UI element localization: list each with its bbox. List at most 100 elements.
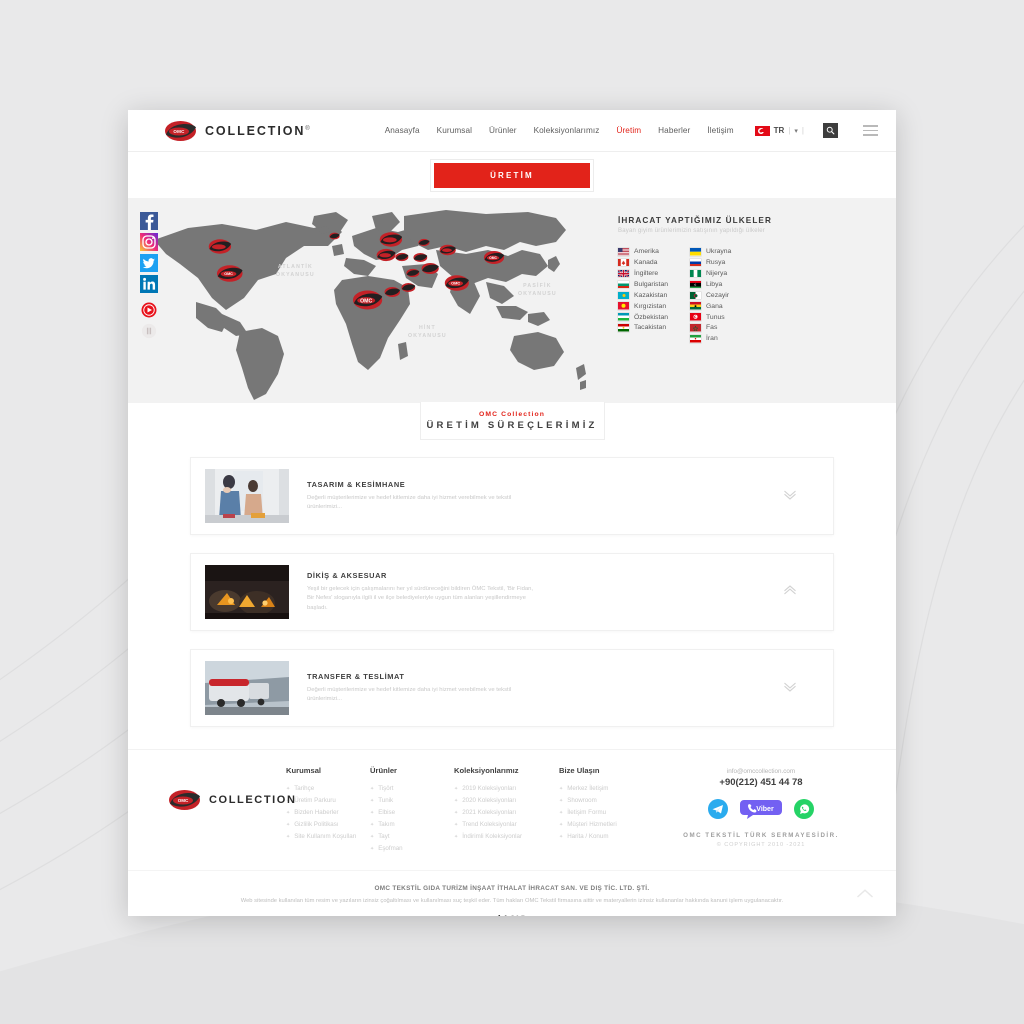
instagram-icon[interactable] xyxy=(140,233,158,251)
bullet-icon: ✦ xyxy=(559,834,564,841)
card-description: Değerli müşterilerimize ve hedef kitlemi… xyxy=(307,686,512,702)
footer-link[interactable]: ✦ Site Kullanım Koşulları xyxy=(286,831,370,843)
country-item-ukrayna: Ukrayna xyxy=(690,248,731,256)
footer-link[interactable]: ✦ Gizlilik Politikası xyxy=(286,819,370,831)
twitter-icon[interactable] xyxy=(140,254,158,272)
footer-link[interactable]: ✦ Elbise xyxy=(370,807,454,819)
contact-email[interactable]: info@omccollection.com xyxy=(666,768,856,775)
thumb-image xyxy=(205,661,289,715)
chevron-down-icon[interactable] xyxy=(783,487,797,505)
footer-logo[interactable]: OMC COLLECTION xyxy=(168,766,295,856)
world-map[interactable]: ATLANTİK OKYANUSU PASİFİK OKYANUSU HİNT … xyxy=(128,198,608,403)
svg-text:OMC: OMC xyxy=(451,281,460,286)
social-media-rail xyxy=(140,212,158,340)
tajikistan-flag-icon xyxy=(618,324,629,332)
footer-link[interactable]: ✦ Showroom xyxy=(559,795,643,807)
linkedin-icon[interactable] xyxy=(140,275,158,293)
chevron-up-icon[interactable] xyxy=(783,583,797,601)
footer-link[interactable]: ✦ Tişört xyxy=(370,783,454,795)
chevron-down-icon[interactable]: ▾ xyxy=(794,127,798,135)
search-icon xyxy=(826,126,835,135)
uk-flag-icon xyxy=(618,269,629,278)
card-title: TRANSFER & TESLİMAT xyxy=(307,671,405,681)
footer-link[interactable]: ✦ Takım xyxy=(370,819,454,831)
nav-item-koleksiyonlarimiz[interactable]: Koleksiyonlarımız xyxy=(534,126,600,135)
design-cutting-room-photo xyxy=(205,469,289,523)
footer-link[interactable]: ✦ İletişim Formu xyxy=(559,807,643,819)
bullet-icon: ✦ xyxy=(370,846,375,853)
process-card[interactable]: DİKİŞ & AKSESUAR Yeşil bir gelecek için … xyxy=(190,553,834,631)
process-card[interactable]: TASARIM & KESİMHANE Değerli müşterilerim… xyxy=(190,457,834,535)
language-selector[interactable]: TR | ▾ | xyxy=(754,125,804,136)
footer-link[interactable]: ✦ Tunik xyxy=(370,795,454,807)
footer-link[interactable]: ✦ Harita / Konum xyxy=(559,831,643,843)
page-title: ÜRETİM xyxy=(430,158,594,192)
nav-item-iletisim[interactable]: İletişim xyxy=(707,126,733,135)
bullet-icon: ✦ xyxy=(370,822,375,829)
footer-link[interactable]: ✦ Tarihçe xyxy=(286,783,370,795)
bullet-icon: ✦ xyxy=(370,834,375,841)
language-code: TR xyxy=(773,126,785,135)
nav-item-urunler[interactable]: Ürünler xyxy=(489,126,517,135)
nav-item-anasayfa[interactable]: Anasayfa xyxy=(385,126,420,135)
country-item-rusya: Rusya xyxy=(690,258,731,267)
footer-link[interactable]: ✦ 2020 Koleksiyonları xyxy=(454,795,559,807)
pause-icon[interactable] xyxy=(140,322,158,340)
country-item-fas: Fas xyxy=(690,324,731,332)
footer-link[interactable]: ✦ 2019 Koleksiyonları xyxy=(454,783,559,795)
whatsapp-icon[interactable] xyxy=(794,799,814,819)
country-columns: Amerika Kanada İngiltere Bulgaristan Kaz… xyxy=(618,248,858,343)
site-logo[interactable]: OMC COLLECTION® xyxy=(164,119,310,143)
search-button[interactable] xyxy=(823,123,838,138)
facebook-icon[interactable] xyxy=(140,212,158,230)
ukraine-flag-icon xyxy=(690,248,702,256)
agency-brand[interactable]: bIrNC xyxy=(218,914,806,916)
algeria-flag-icon xyxy=(690,291,702,300)
viber-icon[interactable]: Viber xyxy=(740,799,782,819)
footer-link[interactable]: ✦ Merkez İletişim xyxy=(559,783,643,795)
transfer-delivery-photo xyxy=(205,661,289,715)
divider: | xyxy=(788,126,791,135)
logo-text: COLLECTION xyxy=(205,123,306,138)
footer-link[interactable]: ✦ Trend Koleksiyonlar xyxy=(454,819,559,831)
footer-link[interactable]: ✦ Eşofman xyxy=(370,843,454,855)
footer-link[interactable]: ✦ Üretim Parkuru xyxy=(286,795,370,807)
svg-text:OMC: OMC xyxy=(224,272,233,276)
card-title: TASARIM & KESİMHANE xyxy=(307,479,406,489)
footer-legal-line: OMC TEKSTİL TÜRK SERMAYESİDİR. xyxy=(683,832,839,839)
scroll-to-top-button[interactable] xyxy=(856,887,874,905)
svg-text:OMC: OMC xyxy=(173,129,185,134)
card-description: Değerli müşterilerimize ve hedef kitlemi… xyxy=(307,494,512,510)
nav-item-haberler[interactable]: Haberler xyxy=(658,126,690,135)
turkey-flag-icon xyxy=(754,125,770,136)
process-card-list: TASARIM & KESİMHANE Değerli müşterilerim… xyxy=(128,441,896,727)
site-header: OMC COLLECTION® Anasayfa Kurumsal Ürünle… xyxy=(128,110,896,152)
main-navigation: Anasayfa Kurumsal Ürünler Koleksiyonları… xyxy=(385,123,878,138)
omc-logo-mark: OMC xyxy=(169,790,200,810)
country-item-kanada: Kanada xyxy=(618,258,668,267)
nav-item-kurumsal[interactable]: Kurumsal xyxy=(437,126,472,135)
sewing-accessory-photo xyxy=(205,565,289,619)
youtube-icon[interactable] xyxy=(140,301,158,319)
telegram-icon[interactable] xyxy=(708,799,728,819)
agency-brand-part2: NC xyxy=(511,914,527,916)
footer-link[interactable]: ✦ İndirimli Koleksiyonlar xyxy=(454,831,559,843)
chevron-down-icon[interactable] xyxy=(783,679,797,697)
hamburger-menu-icon[interactable] xyxy=(863,125,878,136)
footer-link[interactable]: ✦ Müşteri Hizmetleri xyxy=(559,819,643,831)
footer-column-koleksiyonlarimiz: Koleksiyonlarımız ✦ 2019 Koleksiyonları ✦… xyxy=(454,766,559,856)
footer-link[interactable]: ✦ Tayt xyxy=(370,831,454,843)
page-title-band: ÜRETİM xyxy=(128,152,896,198)
footer-copyright: © COPYRIGHT 2010 -2021 xyxy=(716,842,806,848)
process-card[interactable]: TRANSFER & TESLİMAT Değerli müşterilerim… xyxy=(190,649,834,727)
bullet-icon: ✦ xyxy=(370,810,375,817)
footer-link[interactable]: ✦ Bizden Haberler xyxy=(286,807,370,819)
country-item-iran: İran xyxy=(690,335,731,343)
footer-contact: info@omccollection.com +90(212) 451 44 7… xyxy=(666,766,856,856)
nav-item-uretim[interactable]: Üretim xyxy=(616,126,641,135)
libya-flag-icon xyxy=(690,280,702,289)
divider: | xyxy=(801,126,804,135)
contact-phone[interactable]: +90(212) 451 44 78 xyxy=(666,777,856,788)
footer-link[interactable]: ✦ 2021 Koleksiyonları xyxy=(454,807,559,819)
bullet-icon: ✦ xyxy=(454,822,459,829)
